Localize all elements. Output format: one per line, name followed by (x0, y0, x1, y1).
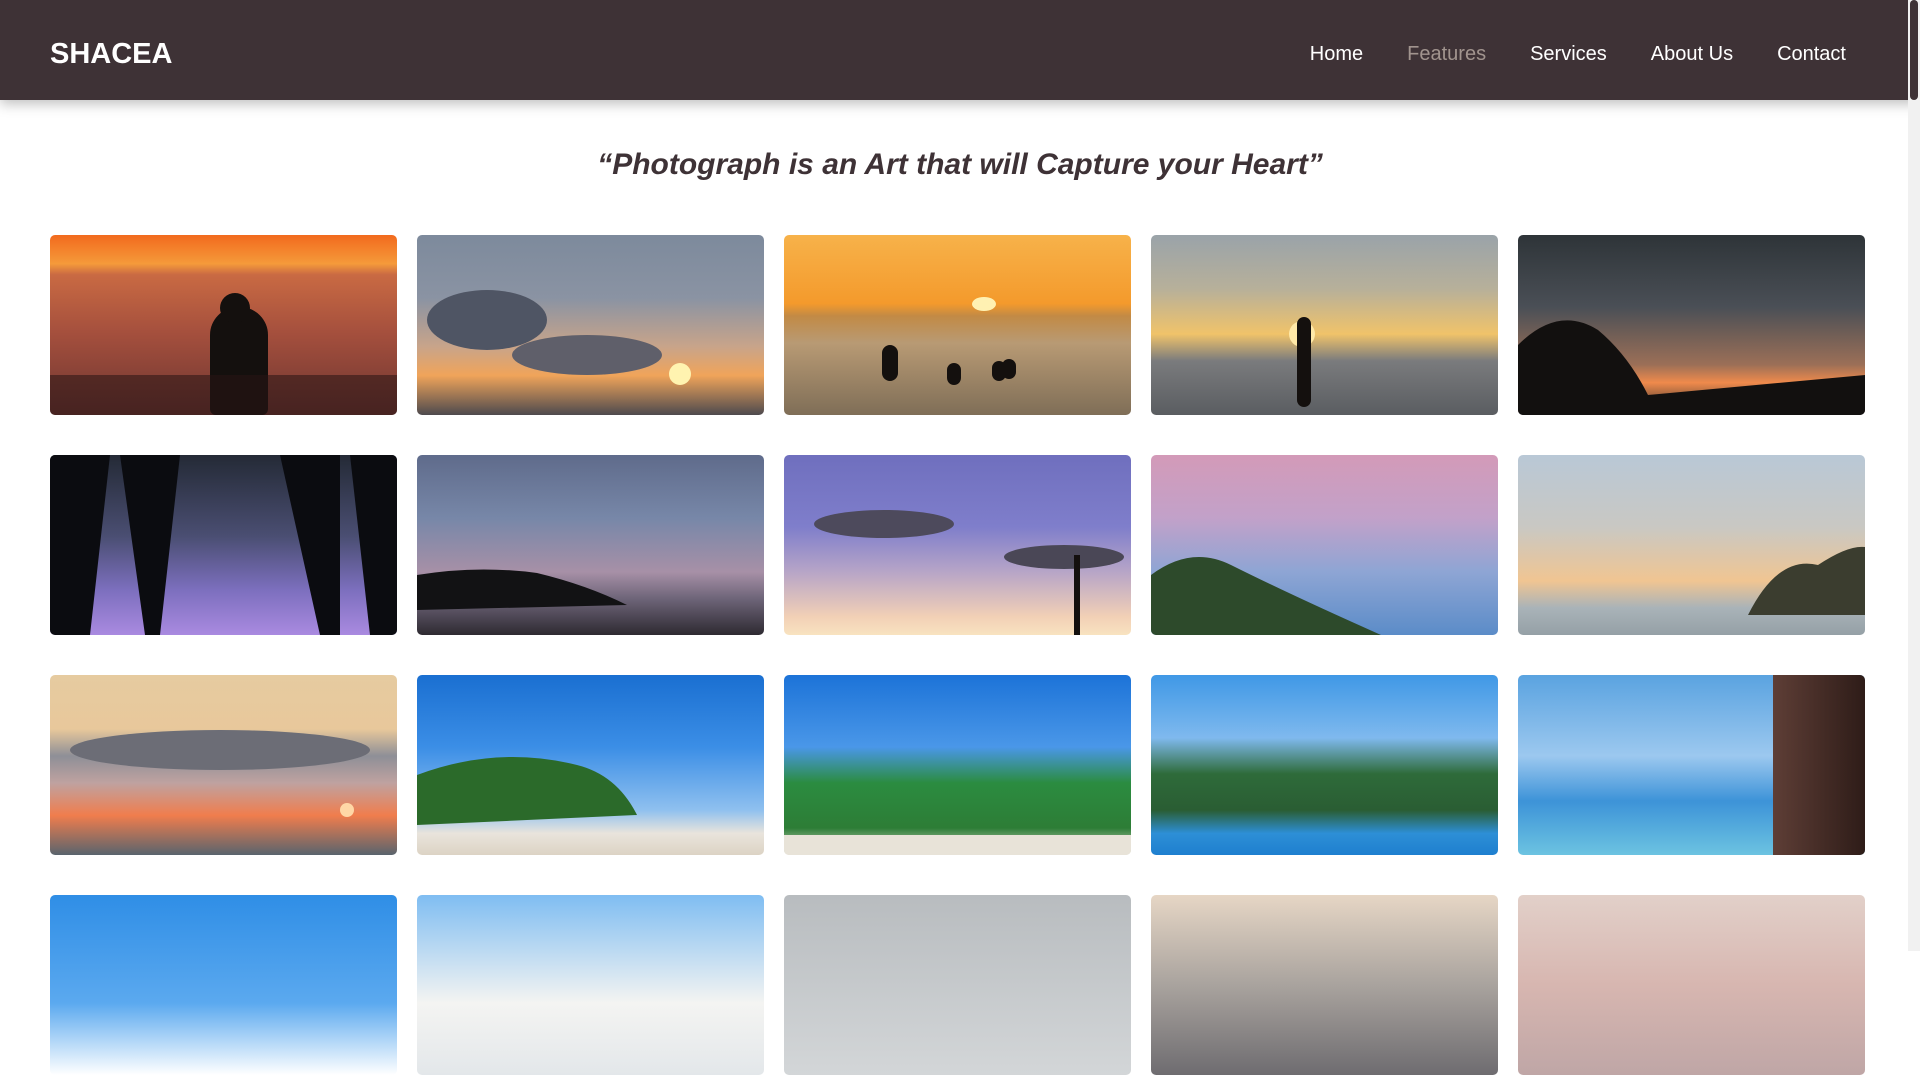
nav-links: Home Features Services About Us Contact (1310, 0, 1846, 108)
photo-pink-clouds[interactable] (1518, 895, 1865, 1075)
photo-window-view-palm-sea[interactable] (1518, 675, 1865, 855)
scrollbar-thumb[interactable] (1910, 0, 1918, 100)
photo-white-clouds-blue-sky[interactable] (417, 895, 764, 1075)
photo-palm-silhouettes-purple-sky[interactable] (50, 455, 397, 635)
photo-golden-sunset-swimmers[interactable] (784, 235, 1131, 415)
nav-link-about-us[interactable]: About Us (1651, 43, 1733, 66)
page-quote: “Photograph is an Art that will Capture … (597, 148, 1323, 181)
brand-logo[interactable]: SHACEA (50, 0, 172, 108)
photo-island-dusk-sky[interactable] (417, 455, 764, 635)
photo-headland-dusk[interactable] (1518, 235, 1865, 415)
navbar: SHACEA Home Features Services About Us C… (0, 0, 1920, 100)
photo-dusky-clouds[interactable] (1151, 895, 1498, 1075)
photo-pink-clouds-palms[interactable] (1151, 455, 1498, 635)
photo-pastel-sky-cliff[interactable] (1518, 455, 1865, 635)
photo-city-sunset-clouds[interactable] (50, 675, 397, 855)
photo-purple-clouds-powerlines[interactable] (784, 455, 1131, 635)
photo-blue-sky-clouds[interactable] (50, 895, 397, 1075)
scrollbar[interactable] (1908, 0, 1920, 951)
nav-link-features[interactable]: Features (1407, 43, 1486, 66)
nav-link-services[interactable]: Services (1530, 43, 1607, 66)
nav-link-home[interactable]: Home (1310, 43, 1363, 66)
nav-link-contact[interactable]: Contact (1777, 43, 1846, 66)
photo-clouds-sunset-sea[interactable] (417, 235, 764, 415)
photo-gallery (50, 235, 1865, 1075)
photo-silhouette-woman-beach[interactable] (1151, 235, 1498, 415)
photo-harbor-hills-boats[interactable] (1151, 675, 1498, 855)
photo-sunset-woman-sea[interactable] (50, 235, 397, 415)
person-silhouette (1297, 317, 1311, 407)
photo-blue-sky-beach[interactable] (417, 675, 764, 855)
photo-grey-sky[interactable] (784, 895, 1131, 1075)
photo-tropical-palms-beach[interactable] (784, 675, 1131, 855)
